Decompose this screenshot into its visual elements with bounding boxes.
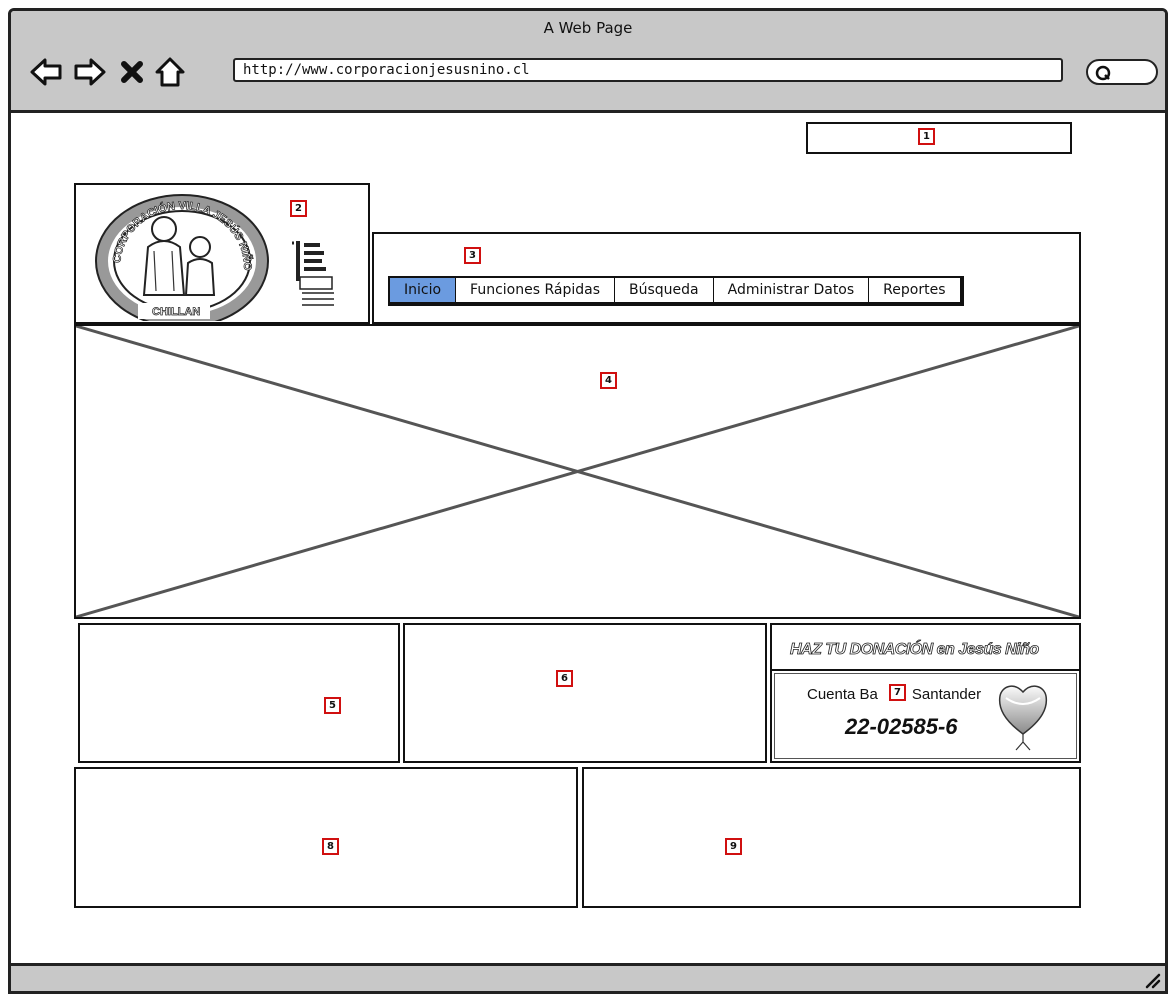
secondary-logo-icon [292,241,334,306]
donation-body: Cuenta Ba Santander 22-02585-6 [774,673,1077,759]
home-icon[interactable] [153,55,187,89]
donation-header: HAZ TU DONACIÓN en Jesús Niño [772,625,1079,671]
menu-item-administrar-datos[interactable]: Administrar Datos [714,278,870,302]
close-icon[interactable] [115,55,149,89]
banner-image-placeholder [74,324,1081,619]
bank-label-start: Cuenta Ba [807,686,878,703]
main-menu: Inicio Funciones Rápidas Búsqueda Admini… [388,276,964,306]
marker-1: 1 [918,128,935,145]
account-number: 22-02585-6 [845,714,958,739]
content-box-9 [582,767,1081,908]
marker-6: 6 [556,670,573,687]
search-field[interactable] [1086,59,1158,85]
menu-item-busqueda[interactable]: Búsqueda [615,278,714,302]
donation-banner[interactable]: HAZ TU DONACIÓN en Jesús Niño Cuenta Ba S… [770,623,1081,763]
resize-grip-icon[interactable] [1143,971,1161,989]
marker-8: 8 [322,838,339,855]
browser-toolbar: A Web Page http://www.corporacionjesusni… [11,11,1165,113]
marker-7: 7 [889,684,906,701]
menu-item-funciones-rapidas[interactable]: Funciones Rápidas [456,278,615,302]
donation-title: HAZ TU DONACIÓN en Jesús Niño [790,641,1040,659]
placeholder-cross-icon [76,326,1079,617]
marker-9: 9 [725,838,742,855]
status-bar [11,963,1165,991]
marker-3: 3 [464,247,481,264]
forward-arrow-icon[interactable] [73,55,107,89]
corporation-seal-logo: CORPORACIÓN VILLA JESÚS NIÑO CHILLAN [95,194,269,321]
address-bar[interactable]: http://www.corporacionjesusnino.cl [233,58,1063,82]
marker-2: 2 [290,200,307,217]
window-title: A Web Page [543,19,633,37]
back-arrow-icon[interactable] [29,55,63,89]
content-box-6 [403,623,767,763]
marker-5: 5 [324,697,341,714]
seal-bottom-text: CHILLAN [152,306,200,318]
bank-label-end: Santander [911,686,982,703]
menu-item-reportes[interactable]: Reportes [869,278,959,302]
logo-box: CORPORACIÓN VILLA JESÚS NIÑO CHILLAN [74,183,370,324]
search-icon [1095,65,1111,81]
marker-4: 4 [600,372,617,389]
menu-item-inicio[interactable]: Inicio [390,278,457,302]
top-right-box[interactable] [806,122,1072,154]
heart-icon [998,685,1048,751]
content-box-5 [78,623,400,763]
